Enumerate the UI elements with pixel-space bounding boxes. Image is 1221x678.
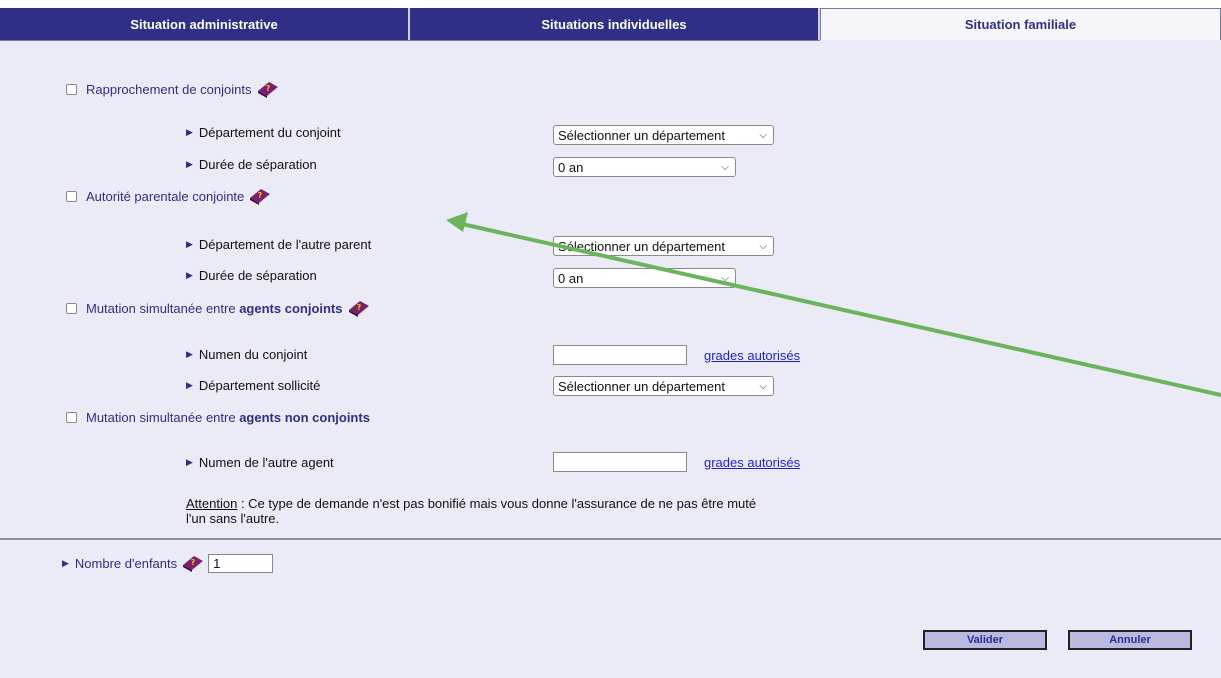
mutation-conjoints-row: Mutation simultanée entre agents conjoin… bbox=[66, 298, 371, 318]
attention-note: Attention : Ce type de demande n'est pas… bbox=[186, 496, 886, 526]
chevron-down-icon: ⌵ bbox=[721, 161, 729, 173]
attention-text-line2: l'un sans l'autre. bbox=[186, 511, 280, 526]
tab-situation-familiale[interactable]: Situation familiale bbox=[820, 8, 1221, 40]
rapprochement-dept-value: Sélectionner un département bbox=[558, 127, 725, 143]
rapprochement-dept-select[interactable]: Sélectionner un département ⌵ bbox=[553, 125, 774, 145]
annuler-button[interactable]: Annuler bbox=[1068, 630, 1192, 650]
numen-autre-agent-input[interactable] bbox=[553, 452, 687, 472]
bullet-triangle-icon: ▶ bbox=[186, 127, 193, 137]
rapprochement-duree-row: ▶ Durée de séparation bbox=[186, 157, 317, 172]
bullet-triangle-icon: ▶ bbox=[186, 239, 193, 249]
rapprochement-row: Rapprochement de conjoints ? bbox=[66, 79, 280, 99]
bullet-triangle-icon: ▶ bbox=[62, 557, 69, 568]
autorite-checkbox[interactable] bbox=[66, 190, 77, 202]
mutation-conjoints-dept-value: Sélectionner un département bbox=[558, 378, 725, 394]
tab-bar: Situation administrative Situations indi… bbox=[0, 8, 1221, 40]
help-book-icon[interactable]: ? bbox=[347, 298, 371, 318]
help-book-icon[interactable]: ? bbox=[181, 553, 205, 573]
bullet-triangle-icon: ▶ bbox=[186, 159, 193, 169]
autorite-dept-label: Département de l'autre parent bbox=[198, 237, 372, 252]
chevron-down-icon: ⌵ bbox=[721, 272, 729, 284]
mutation-non-conjoints-label: Mutation simultanée entre agents non con… bbox=[86, 410, 370, 425]
mutation-conjoints-dept-row: ▶ Département sollicité bbox=[186, 378, 320, 393]
bullet-triangle-icon: ▶ bbox=[186, 270, 193, 280]
autorite-dept-select[interactable]: Sélectionner un département ⌵ bbox=[553, 236, 774, 256]
numen-conjoint-input[interactable] bbox=[553, 345, 687, 365]
autorite-duree-value: 0 an bbox=[558, 270, 584, 286]
bullet-triangle-icon: ▶ bbox=[186, 349, 193, 359]
autorite-label: Autorité parentale conjointe bbox=[86, 188, 245, 204]
nombre-enfants-input[interactable]: 1 bbox=[208, 553, 274, 573]
mutation-non-conjoints-label-prefix: Mutation simultanée entre bbox=[86, 410, 240, 425]
svg-text:?: ? bbox=[265, 84, 270, 93]
autorite-dept-row: ▶ Département de l'autre parent bbox=[186, 237, 371, 252]
mutation-conjoints-numen-row: ▶ Numen du conjoint bbox=[186, 347, 307, 362]
autorite-duree-select[interactable]: 0 an ⌵ bbox=[553, 268, 736, 288]
attention-text-line1: : Ce type de demande n'est pas bonifié m… bbox=[237, 496, 757, 511]
section-divider bbox=[0, 538, 1221, 540]
rapprochement-duree-value: 0 an bbox=[558, 159, 584, 175]
enfants-label: Nombre d'enfants bbox=[74, 555, 178, 571]
rapprochement-dept-label: Département du conjoint bbox=[198, 125, 341, 140]
autorite-row: Autorité parentale conjointe ? bbox=[66, 186, 272, 206]
chevron-down-icon: ⌵ bbox=[759, 240, 767, 252]
help-book-icon[interactable]: ? bbox=[248, 186, 272, 206]
annotation-arrow bbox=[446, 212, 1221, 397]
mutation-conjoints-checkbox[interactable] bbox=[66, 302, 77, 314]
enfants-row: ▶ Nombre d'enfants ? 1 bbox=[62, 553, 274, 573]
grades-autorises-link[interactable]: grades autorisés bbox=[704, 348, 800, 363]
tab-divider bbox=[0, 40, 820, 41]
svg-text:?: ? bbox=[191, 558, 196, 567]
mutation-conjoints-label-bold: agents conjoints bbox=[239, 300, 343, 316]
autorite-duree-label: Durée de séparation bbox=[198, 268, 317, 283]
bullet-triangle-icon: ▶ bbox=[186, 457, 193, 467]
valider-button[interactable]: Valider bbox=[923, 630, 1047, 650]
grades-autorises-link[interactable]: grades autorisés bbox=[704, 455, 800, 470]
rapprochement-dept-row: ▶ Département du conjoint bbox=[186, 125, 341, 140]
mutation-non-conjoints-label-bold: agents non conjoints bbox=[239, 410, 370, 425]
top-gap bbox=[0, 0, 1221, 8]
autorite-duree-row: ▶ Durée de séparation bbox=[186, 268, 317, 283]
mutation-conjoints-label: Mutation simultanée entre agents conjoin… bbox=[86, 301, 343, 316]
mutation-conjoints-label-prefix: Mutation simultanée entre bbox=[86, 300, 240, 316]
mutation-non-conjoints-numen-label: Numen de l'autre agent bbox=[198, 455, 334, 470]
rapprochement-duree-select[interactable]: 0 an ⌵ bbox=[553, 157, 736, 177]
chevron-down-icon: ⌵ bbox=[759, 380, 767, 392]
mutation-conjoints-dept-select[interactable]: Sélectionner un département ⌵ bbox=[553, 376, 774, 396]
mutation-non-conjoints-numen-row: ▶ Numen de l'autre agent bbox=[186, 455, 334, 470]
rapprochement-checkbox[interactable] bbox=[66, 83, 77, 95]
bullet-triangle-icon: ▶ bbox=[186, 380, 193, 390]
mutation-conjoints-numen-label: Numen du conjoint bbox=[198, 347, 308, 362]
autorite-dept-value: Sélectionner un département bbox=[558, 238, 725, 254]
rapprochement-duree-label: Durée de séparation bbox=[198, 157, 317, 172]
tab-situation-administrative[interactable]: Situation administrative bbox=[0, 8, 410, 40]
rapprochement-label: Rapprochement de conjoints bbox=[86, 81, 252, 97]
tab-situations-individuelles[interactable]: Situations individuelles bbox=[410, 8, 820, 40]
mutation-non-conjoints-row: Mutation simultanée entre agents non con… bbox=[66, 410, 370, 425]
attention-label: Attention bbox=[186, 496, 238, 511]
help-book-icon[interactable]: ? bbox=[256, 79, 280, 99]
chevron-down-icon: ⌵ bbox=[759, 129, 767, 141]
svg-text:?: ? bbox=[258, 191, 263, 200]
mutation-non-conjoints-checkbox[interactable] bbox=[66, 412, 77, 423]
mutation-conjoints-dept-label: Département sollicité bbox=[198, 378, 321, 393]
svg-text:?: ? bbox=[356, 303, 361, 312]
